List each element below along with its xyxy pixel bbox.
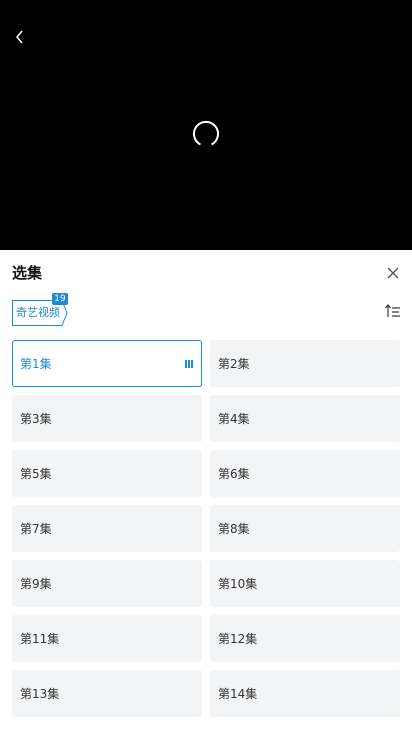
episode-label: 第3集 <box>20 412 52 426</box>
episode-label: 第1集 <box>20 357 52 371</box>
episode-label: 第9集 <box>20 577 52 591</box>
episode-item[interactable]: 第3集 <box>12 395 202 442</box>
episode-item[interactable]: 第9集 <box>12 560 202 607</box>
sort-button[interactable] <box>384 302 402 320</box>
source-count-badge: 19 <box>52 293 68 305</box>
episode-item[interactable]: 第14集 <box>210 670 400 717</box>
episode-label: 第4集 <box>218 412 250 426</box>
episode-panel: 选集 奇艺视频 19 第1集 第2集 第3集 第4集 第5集 第6集 第7集 第8集 第9集 第1… <box>0 250 412 733</box>
sort-order-icon <box>385 304 400 317</box>
episode-label: 第12集 <box>218 632 258 646</box>
loading-spinner-icon <box>193 120 219 146</box>
episode-item[interactable]: 第12集 <box>210 615 400 662</box>
episode-label: 第11集 <box>20 632 60 646</box>
video-player[interactable] <box>0 0 412 250</box>
episode-label: 第2集 <box>218 357 250 371</box>
source-tag[interactable]: 奇艺视频 19 <box>12 293 68 326</box>
episode-label: 第13集 <box>20 687 60 701</box>
episode-label: 第8集 <box>218 522 250 536</box>
episode-item[interactable]: 第8集 <box>210 505 400 552</box>
episode-item[interactable]: 第11集 <box>12 615 202 662</box>
close-button[interactable] <box>384 264 402 282</box>
close-icon <box>387 267 399 279</box>
episode-item[interactable]: 第6集 <box>210 450 400 497</box>
episode-item[interactable]: 第13集 <box>12 670 202 717</box>
episode-label: 第6集 <box>218 467 250 481</box>
episode-item[interactable]: 第7集 <box>12 505 202 552</box>
episode-grid: 第1集 第2集第3集 第4集第5集 第6集第7集 第8集第9集 第10集第11集 第12集第… <box>12 340 400 717</box>
playing-bars-icon <box>185 360 193 368</box>
episode-label: 第5集 <box>20 467 52 481</box>
episode-item[interactable]: 第5集 <box>12 450 202 497</box>
back-chevron-icon <box>16 30 23 44</box>
episode-item[interactable]: 第4集 <box>210 395 400 442</box>
episode-label: 第10集 <box>218 577 258 591</box>
episode-item[interactable]: 第2集 <box>210 340 400 387</box>
panel-title: 选集 <box>12 264 43 282</box>
episode-label: 第14集 <box>218 687 258 701</box>
episode-item[interactable]: 第10集 <box>210 560 400 607</box>
episode-item[interactable]: 第1集 <box>12 340 202 387</box>
episode-label: 第7集 <box>20 522 52 536</box>
back-button[interactable] <box>10 26 30 48</box>
